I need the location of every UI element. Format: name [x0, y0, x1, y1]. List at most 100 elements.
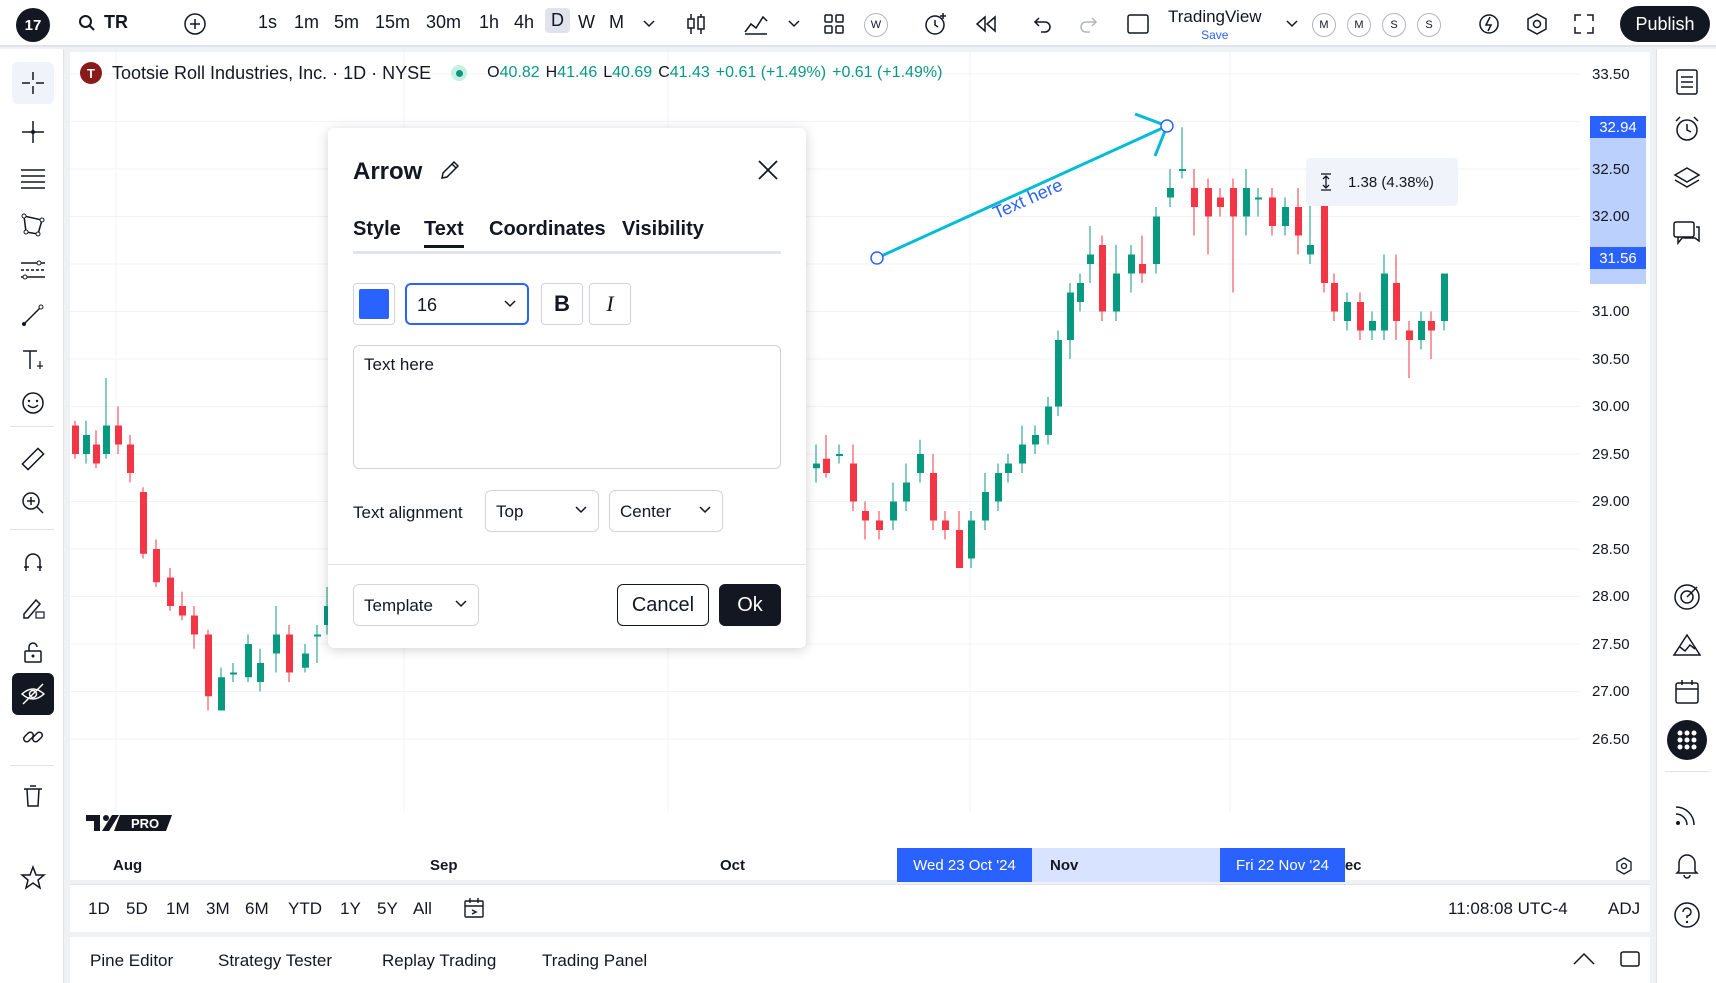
text-tool[interactable] — [12, 339, 54, 381]
ideas-button[interactable] — [1666, 576, 1708, 618]
alert-icon[interactable] — [922, 10, 950, 38]
interval-m[interactable]: M — [609, 12, 624, 33]
measure-tool[interactable] — [12, 438, 54, 480]
layout-grid-icon[interactable] — [820, 10, 848, 38]
clock-display[interactable]: 11:08:08 UTC-4 — [1448, 899, 1568, 919]
tradingview-logo[interactable]: 17 — [16, 8, 50, 42]
alerts-button[interactable] — [1666, 108, 1708, 150]
tab-strategy-tester[interactable]: Strategy Tester — [218, 951, 332, 971]
watchlist-button[interactable] — [1666, 61, 1708, 103]
link-tool[interactable] — [12, 716, 54, 758]
badge-m-2[interactable]: M — [1347, 13, 1371, 37]
object-tree-button[interactable] — [1666, 157, 1708, 199]
chevron-up-icon[interactable] — [1570, 945, 1598, 973]
brush-tool[interactable] — [12, 294, 54, 336]
calendar-button[interactable] — [1666, 671, 1708, 713]
symbol-search[interactable]: TR — [78, 12, 128, 33]
dialog-title: Arrow — [353, 158, 423, 185]
interval-30m[interactable]: 30m — [426, 12, 461, 33]
template-select[interactable]: Template — [353, 584, 479, 626]
settings-icon[interactable] — [1523, 10, 1551, 38]
tab-text[interactable]: Text — [424, 218, 464, 248]
interval-1s[interactable]: 1s — [258, 12, 277, 33]
adjust-data-toggle[interactable]: ADJ — [1608, 899, 1640, 919]
ok-button[interactable]: Ok — [719, 584, 781, 626]
scale-settings-icon[interactable] — [1610, 852, 1638, 880]
maximize-panel-icon[interactable] — [1616, 945, 1644, 973]
range-all[interactable]: All — [413, 899, 432, 919]
candles-icon[interactable] — [682, 10, 710, 38]
interval-1h[interactable]: 1h — [479, 12, 499, 33]
badge-s-1[interactable]: S — [1382, 13, 1406, 37]
tab-style[interactable]: Style — [353, 218, 401, 241]
quick-search-icon[interactable] — [1475, 10, 1503, 38]
interval-15m[interactable]: 15m — [375, 12, 410, 33]
pattern-tool[interactable] — [12, 204, 54, 246]
layout-dropdown-icon[interactable] — [1278, 10, 1306, 38]
fullscreen-frame-icon[interactable] — [1124, 10, 1152, 38]
rename-pencil-icon[interactable] — [438, 158, 462, 187]
publish-button[interactable]: Publish — [1620, 6, 1710, 42]
range-ytd[interactable]: YTD — [288, 899, 322, 919]
range-5y[interactable]: 5Y — [377, 899, 398, 919]
screener-button[interactable] — [1666, 624, 1708, 666]
range-1d[interactable]: 1D — [88, 899, 110, 919]
range-3m[interactable]: 3M — [206, 899, 230, 919]
crosshair-tool[interactable] — [12, 62, 54, 104]
replay-icon[interactable] — [972, 10, 1000, 38]
text-content-input[interactable]: Text here — [353, 345, 781, 469]
tab-trading-panel[interactable]: Trading Panel — [542, 951, 647, 971]
text-color-picker[interactable] — [353, 283, 395, 325]
italic-button[interactable]: I — [589, 283, 631, 325]
tab-visibility[interactable]: Visibility — [622, 218, 704, 241]
redo-icon[interactable] — [1075, 10, 1103, 38]
interval-4h[interactable]: 4h — [514, 12, 534, 33]
goto-date-icon[interactable] — [460, 894, 488, 922]
intervals-dropdown-icon[interactable] — [635, 10, 663, 38]
fullscreen-icon[interactable] — [1570, 10, 1598, 38]
emoji-tool[interactable] — [12, 382, 54, 424]
fib-tool[interactable] — [12, 157, 54, 199]
symbol-description[interactable]: Tootsie Roll Industries, Inc. · 1D · NYS… — [112, 63, 431, 84]
notifications-button[interactable] — [1666, 844, 1708, 886]
indicators-icon[interactable] — [742, 10, 770, 38]
undo-icon[interactable] — [1028, 10, 1056, 38]
company-logo: T — [80, 62, 102, 84]
badge-s-2[interactable]: S — [1417, 13, 1441, 37]
magnet-tool[interactable] — [12, 541, 54, 583]
remove-drawings-tool[interactable] — [12, 775, 54, 817]
range-5d[interactable]: 5D — [126, 899, 148, 919]
hide-drawings-tool[interactable] — [12, 673, 54, 715]
trend-line-tool[interactable] — [12, 111, 54, 153]
layout-name[interactable]: TradingView Save — [1168, 8, 1262, 44]
streams-button[interactable] — [1666, 793, 1708, 835]
horizontal-align-select[interactable]: Center — [609, 490, 723, 532]
add-symbol-icon[interactable] — [181, 10, 209, 38]
cancel-button[interactable]: Cancel — [617, 584, 709, 626]
help-button[interactable] — [1666, 894, 1708, 936]
interval-d[interactable]: D — [545, 8, 570, 33]
badge-m-1[interactable]: M — [1312, 13, 1336, 37]
products-button[interactable] — [1666, 719, 1708, 761]
bold-button[interactable]: B — [541, 283, 583, 325]
lock-drawings-tool[interactable] — [12, 631, 54, 673]
chats-button[interactable] — [1666, 212, 1708, 254]
interval-1m[interactable]: 1m — [294, 12, 319, 33]
favorites-tool[interactable] — [12, 857, 54, 899]
indicators-dropdown-icon[interactable] — [780, 10, 808, 38]
tab-coordinates[interactable]: Coordinates — [489, 218, 606, 241]
close-icon[interactable] — [750, 152, 786, 188]
font-size-select[interactable]: 16 — [405, 283, 529, 325]
timeframe-badge[interactable]: W — [864, 13, 888, 37]
keep-drawing-tool[interactable] — [12, 586, 54, 628]
tab-pine-editor[interactable]: Pine Editor — [90, 951, 173, 971]
range-1m[interactable]: 1M — [166, 899, 190, 919]
forecast-tool[interactable] — [12, 249, 54, 291]
vertical-align-select[interactable]: Top — [485, 490, 599, 532]
tab-replay-trading[interactable]: Replay Trading — [382, 951, 496, 971]
interval-w[interactable]: W — [578, 12, 595, 33]
interval-5m[interactable]: 5m — [334, 12, 359, 33]
range-6m[interactable]: 6M — [245, 899, 269, 919]
range-1y[interactable]: 1Y — [340, 899, 361, 919]
zoom-tool[interactable] — [12, 482, 54, 524]
